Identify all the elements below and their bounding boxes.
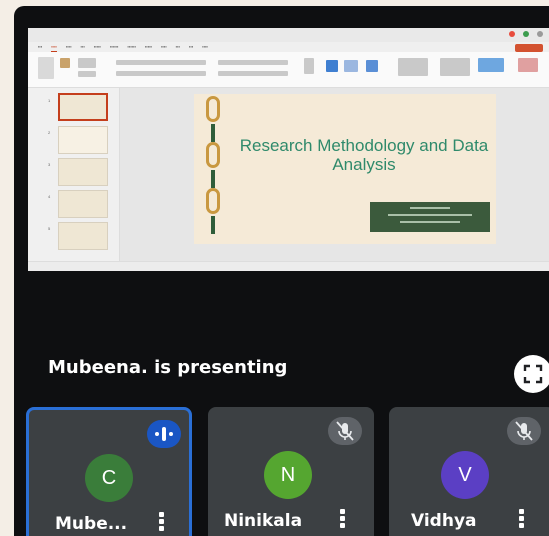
mic-off-icon bbox=[336, 421, 354, 441]
muted-indicator bbox=[328, 417, 362, 445]
slide-thumbnail bbox=[58, 126, 108, 154]
participant-tile[interactable]: C Mube... bbox=[26, 407, 192, 536]
avatar: N bbox=[264, 451, 312, 499]
slide-thumbnail bbox=[58, 190, 108, 218]
speaking-indicator bbox=[147, 420, 181, 448]
fullscreen-button[interactable] bbox=[514, 355, 549, 393]
ppt-menu-bar: ▪▪▪ ▪▪▪▪ ▪▪▪▪ ▪▪▪ ▪▪▪▪▪ ▪▪▪▪▪▪ ▪▪▪▪▪▪ ▪▪▪▪▪ ▪▪… bbox=[28, 42, 549, 52]
avatar: V bbox=[441, 451, 489, 499]
ppt-ribbon bbox=[28, 52, 549, 88]
slide-title: Research Methodology and Data Analysis bbox=[239, 136, 489, 174]
participant-tile[interactable]: N Ninikala bbox=[208, 407, 374, 536]
slide-thumbnails: 1 2 3 4 5 bbox=[28, 88, 120, 261]
muted-indicator bbox=[507, 417, 541, 445]
current-slide: Research Methodology and Data Analysis bbox=[194, 94, 496, 244]
participant-name: Ninikala bbox=[224, 511, 303, 531]
more-vert-icon[interactable] bbox=[336, 507, 348, 533]
slide-thumbnail bbox=[58, 222, 108, 250]
participant-name: Mube... bbox=[55, 514, 128, 534]
chain-decoration bbox=[202, 94, 224, 244]
participant-tile[interactable]: V Vidhya bbox=[389, 407, 549, 536]
fullscreen-icon bbox=[523, 364, 543, 384]
presenter-name-box bbox=[370, 202, 490, 232]
slide-canvas: Research Methodology and Data Analysis bbox=[120, 88, 549, 261]
ppt-status-bar bbox=[28, 261, 549, 271]
avatar: C bbox=[85, 454, 133, 502]
shared-screen[interactable]: ▪▪▪ ▪▪▪▪ ▪▪▪▪ ▪▪▪ ▪▪▪▪▪ ▪▪▪▪▪▪ ▪▪▪▪▪▪ ▪▪▪▪▪ ▪▪… bbox=[28, 28, 549, 271]
slide-thumbnail bbox=[58, 93, 108, 121]
more-vert-icon[interactable] bbox=[155, 510, 167, 536]
more-vert-icon[interactable] bbox=[515, 507, 527, 533]
presenting-label: Mubeena. is presenting bbox=[48, 357, 288, 378]
ppt-title-bar bbox=[28, 28, 549, 42]
ppt-share-button bbox=[515, 44, 543, 52]
mic-off-icon bbox=[515, 421, 533, 441]
slide-thumbnail bbox=[58, 158, 108, 186]
audio-wave-icon bbox=[155, 427, 173, 441]
participant-name: Vidhya bbox=[411, 511, 477, 531]
